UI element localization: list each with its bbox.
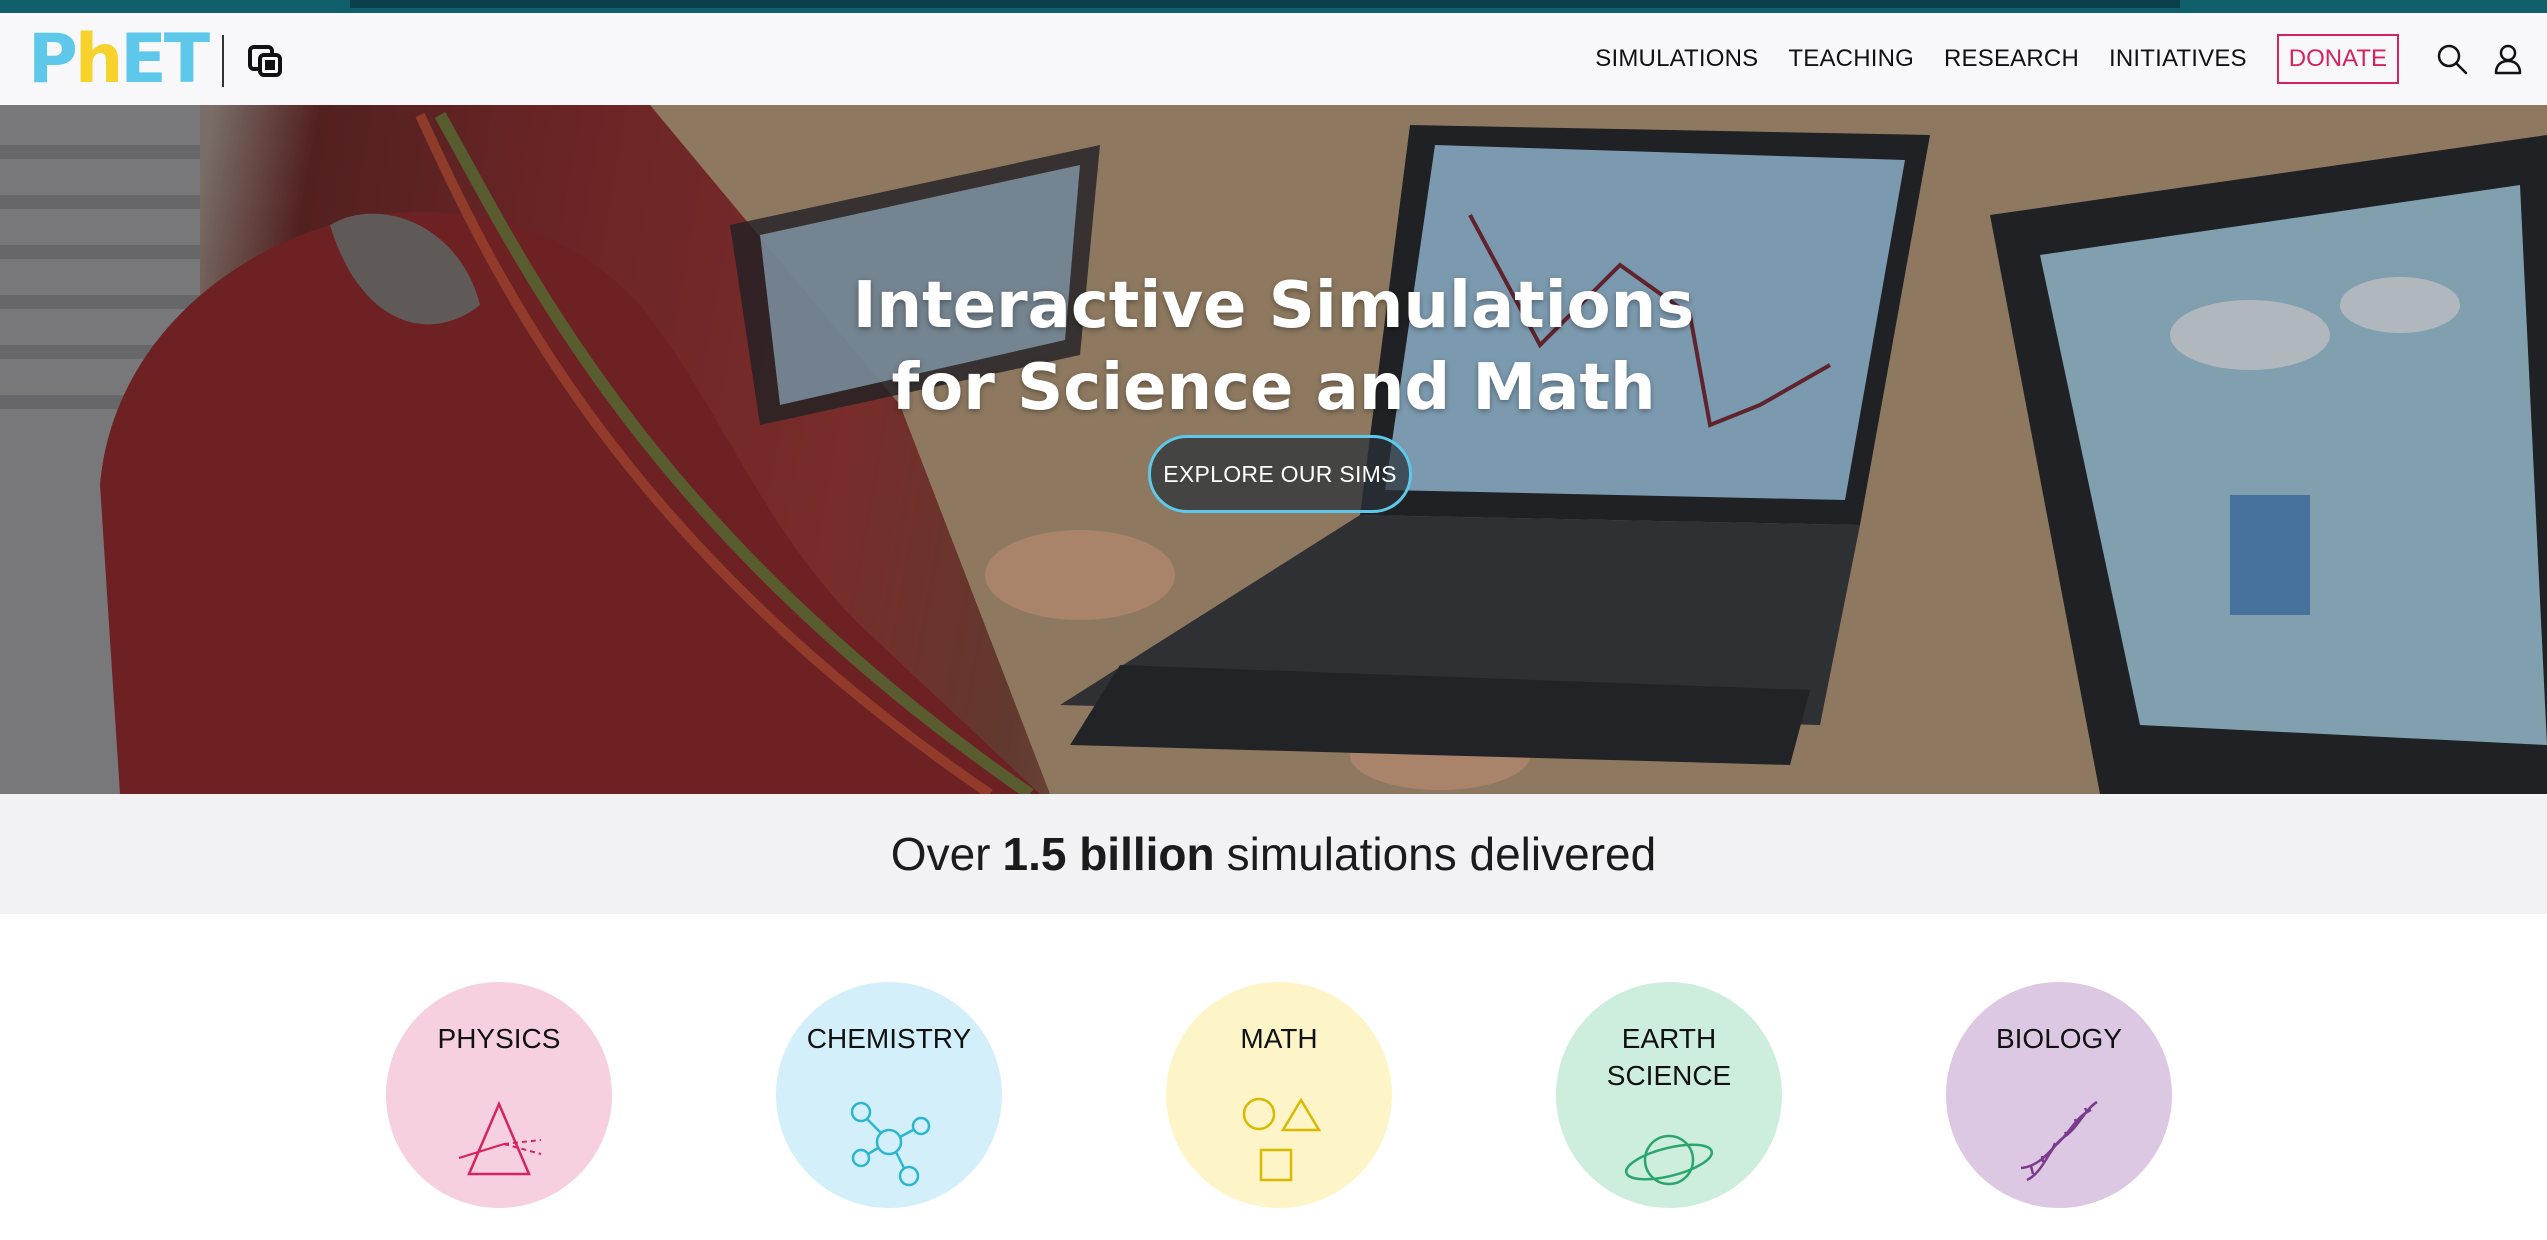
main-nav: SIMULATIONS TEACHING RESEARCH INITIATIVE… <box>1595 13 2547 105</box>
category-label: CHEMISTRY <box>806 1023 972 1054</box>
category-label: PHYSICS <box>437 1023 561 1054</box>
nav-teaching[interactable]: TEACHING <box>1788 45 1914 73</box>
hero-title: Interactive Simulations for Science and … <box>852 269 1695 425</box>
category-chemistry[interactable]: CHEMISTRY <box>776 982 1002 1208</box>
category-biology[interactable]: BIOLOGY <box>1946 982 2172 1208</box>
browser-top-strip <box>0 0 2547 13</box>
search-icon[interactable] <box>2435 42 2469 76</box>
stats-highlight: 1.5 billion <box>1002 828 1215 880</box>
nav-research[interactable]: RESEARCH <box>1944 45 2079 73</box>
nav-simulations[interactable]: SIMULATIONS <box>1595 45 1758 73</box>
nav-initiatives[interactable]: INITIATIVES <box>2109 45 2247 73</box>
explore-sims-button[interactable]: EXPLORE OUR SIMS <box>1148 435 1412 513</box>
hero-banner: Interactive Simulations for Science and … <box>0 105 2547 794</box>
phet-logo[interactable]: PhET <box>28 20 210 99</box>
stats-banner: Over 1.5 billion simulations delivered <box>0 794 2547 914</box>
category-label: MATH <box>1240 1023 1318 1054</box>
category-section: PHYSICS CHEMISTRY MATH EARTH SCIENCE BIO… <box>0 914 2547 1240</box>
site-header: PhET SIMULATIONS TEACHING RESEARCH INITI… <box>0 13 2547 105</box>
logo-divider <box>222 35 224 87</box>
cu-boulder-icon[interactable] <box>246 41 286 81</box>
planet-icon <box>1624 1134 1714 1186</box>
category-earth-science[interactable]: EARTH SCIENCE <box>1556 982 1782 1208</box>
shapes-icon <box>1242 1097 1322 1182</box>
donate-button[interactable]: DONATE <box>2276 34 2399 84</box>
category-label: BIOLOGY <box>1995 1023 2123 1054</box>
user-icon[interactable] <box>2491 42 2525 76</box>
top-strip-inner <box>350 0 2180 8</box>
prism-icon <box>458 1100 542 1176</box>
phet-logo-text: PhET <box>28 20 210 99</box>
stats-prefix: Over <box>890 828 991 880</box>
molecule-icon <box>850 1101 931 1187</box>
category-math[interactable]: MATH <box>1166 982 1392 1208</box>
dna-icon <box>2020 1100 2098 1182</box>
category-physics[interactable]: PHYSICS <box>386 982 612 1208</box>
category-label: EARTH SCIENCE <box>1606 1023 1732 1091</box>
stats-suffix: simulations delivered <box>1226 828 1657 880</box>
